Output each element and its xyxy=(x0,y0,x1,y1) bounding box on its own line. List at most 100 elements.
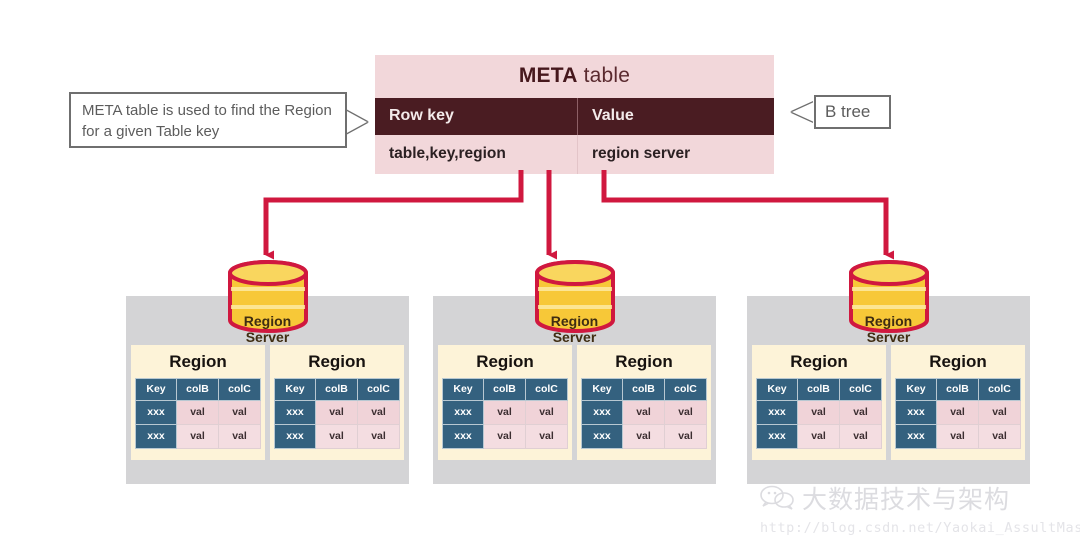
region-table-row: xxx val val xyxy=(274,424,400,449)
region-table-row: xxx val val xyxy=(756,424,882,449)
region-col-key: Key xyxy=(581,378,623,401)
region-server-group-2: Region Server Region Key colB colC xxx v… xyxy=(433,260,716,484)
meta-table-header-row: Row key Value xyxy=(375,98,774,135)
region-title: Region xyxy=(790,352,848,371)
region-col-colb: colB xyxy=(936,378,979,401)
region-cell-colb: val xyxy=(176,424,219,449)
regions-row-1: Region Key colB colC xxx val val xxx val xyxy=(126,345,409,460)
region-cell-key: xxx xyxy=(135,400,177,425)
region-table-header-row: Key colB colC xyxy=(895,378,1021,401)
region-col-colc: colC xyxy=(978,378,1021,401)
arrow-right xyxy=(601,170,894,260)
region-cell-colb: val xyxy=(936,400,979,425)
region-col-key: Key xyxy=(895,378,937,401)
region-data-table: Key colB colC xxx val val xxx val val xyxy=(442,378,568,449)
region-cell-key: xxx xyxy=(756,424,798,449)
meta-table-title-cell: META table xyxy=(375,55,774,98)
region-cell-colc: val xyxy=(525,400,568,425)
region-col-colb: colB xyxy=(622,378,665,401)
region-col-key: Key xyxy=(135,378,177,401)
region-table-header-row: Key colB colC xyxy=(756,378,882,401)
watermark-url: http://blog.csdn.net/Yaokai_AssultMaster xyxy=(760,520,1080,536)
region-panel: Region Key colB colC xxx val val xxx val xyxy=(577,345,711,460)
region-cell-colb: val xyxy=(315,424,358,449)
region-col-colc: colC xyxy=(839,378,882,401)
region-cell-colb: val xyxy=(622,424,665,449)
region-cell-key: xxx xyxy=(274,400,316,425)
region-title: Region xyxy=(308,352,366,371)
region-data-table: Key colB colC xxx val val xxx val val xyxy=(756,378,882,449)
region-cell-key: xxx xyxy=(895,400,937,425)
region-panel: Region Key colB colC xxx val val xxx val xyxy=(270,345,404,460)
region-table-row: xxx val val xyxy=(895,424,1021,449)
region-cell-colc: val xyxy=(978,424,1021,449)
region-cell-colc: val xyxy=(357,424,400,449)
meta-header-value: Value xyxy=(577,98,774,135)
meta-table: META table Row key Value table,key,regio… xyxy=(375,55,774,174)
region-cell-colc: val xyxy=(218,400,261,425)
region-table-row: xxx val val xyxy=(756,400,882,425)
meta-title-rest: table xyxy=(577,64,631,87)
region-col-colb: colB xyxy=(483,378,526,401)
callout-left-tail xyxy=(345,110,367,134)
region-cell-key: xxx xyxy=(581,424,623,449)
region-col-colb: colB xyxy=(176,378,219,401)
region-cell-colc: val xyxy=(839,424,882,449)
region-server-cylinder-1 xyxy=(227,260,308,333)
region-server-group-1: Region Server Region Key colB colC xxx v… xyxy=(126,260,409,484)
region-col-colc: colC xyxy=(218,378,261,401)
region-table-row: xxx val val xyxy=(895,400,1021,425)
region-cell-colb: val xyxy=(622,400,665,425)
region-table-row: xxx val val xyxy=(442,424,568,449)
region-table-row: xxx val val xyxy=(442,400,568,425)
region-title: Region xyxy=(615,352,673,371)
meta-title-bold: META xyxy=(518,64,578,87)
region-title: Region xyxy=(476,352,534,371)
region-col-colb: colB xyxy=(797,378,840,401)
region-col-key: Key xyxy=(756,378,798,401)
region-cell-key: xxx xyxy=(274,424,316,449)
region-panel: Region Key colB colC xxx val val xxx val xyxy=(131,345,265,460)
meta-table-title-row: META table xyxy=(375,55,774,98)
region-panel: Region Key colB colC xxx val val xxx val xyxy=(752,345,886,460)
region-cell-colb: val xyxy=(936,424,979,449)
region-data-table: Key colB colC xxx val val xxx val val xyxy=(581,378,707,449)
region-cell-colc: val xyxy=(978,400,1021,425)
region-server-cylinder-3 xyxy=(848,260,929,333)
region-cell-colc: val xyxy=(357,400,400,425)
watermark-name: 大数据技术与架构 xyxy=(802,485,1011,514)
regions-row-2: Region Key colB colC xxx val val xxx val xyxy=(433,345,716,460)
region-table-row: xxx val val xyxy=(581,424,707,449)
region-table-header-row: Key colB colC xyxy=(442,378,568,401)
region-cell-colb: val xyxy=(483,400,526,425)
meta-table-data-row: table,key,region region server xyxy=(375,135,774,174)
watermark: 大数据技术与架构 http://blog.csdn.net/Yaokai_Ass… xyxy=(760,480,1080,536)
region-cell-colb: val xyxy=(483,424,526,449)
region-cell-colc: val xyxy=(525,424,568,449)
region-col-colc: colC xyxy=(357,378,400,401)
region-panel: Region Key colB colC xxx val val xxx val xyxy=(891,345,1025,460)
region-col-colc: colC xyxy=(664,378,707,401)
region-panel: Region Key colB colC xxx val val xxx val xyxy=(438,345,572,460)
region-table-row: xxx val val xyxy=(135,424,261,449)
meta-cell-value: region server xyxy=(577,135,774,174)
region-cell-key: xxx xyxy=(895,424,937,449)
watermark-row: 大数据技术与架构 xyxy=(760,480,1080,516)
meta-table-title: META table xyxy=(519,64,630,87)
region-table-row: xxx val val xyxy=(274,400,400,425)
region-cell-key: xxx xyxy=(442,424,484,449)
callout-meta-description: META table is used to find the Region fo… xyxy=(69,92,347,148)
region-table-header-row: Key colB colC xyxy=(135,378,261,401)
meta-cell-row-key: table,key,region xyxy=(375,135,578,174)
region-cell-colc: val xyxy=(664,424,707,449)
region-col-colc: colC xyxy=(525,378,568,401)
region-cell-key: xxx xyxy=(756,400,798,425)
region-table-header-row: Key colB colC xyxy=(581,378,707,401)
region-cell-colb: val xyxy=(176,400,219,425)
region-col-colb: colB xyxy=(315,378,358,401)
region-data-table: Key colB colC xxx val val xxx val val xyxy=(135,378,261,449)
callout-b-tree: B tree xyxy=(814,95,891,129)
region-title: Region xyxy=(929,352,987,371)
region-table-row: xxx val val xyxy=(581,400,707,425)
region-cell-colb: val xyxy=(797,400,840,425)
